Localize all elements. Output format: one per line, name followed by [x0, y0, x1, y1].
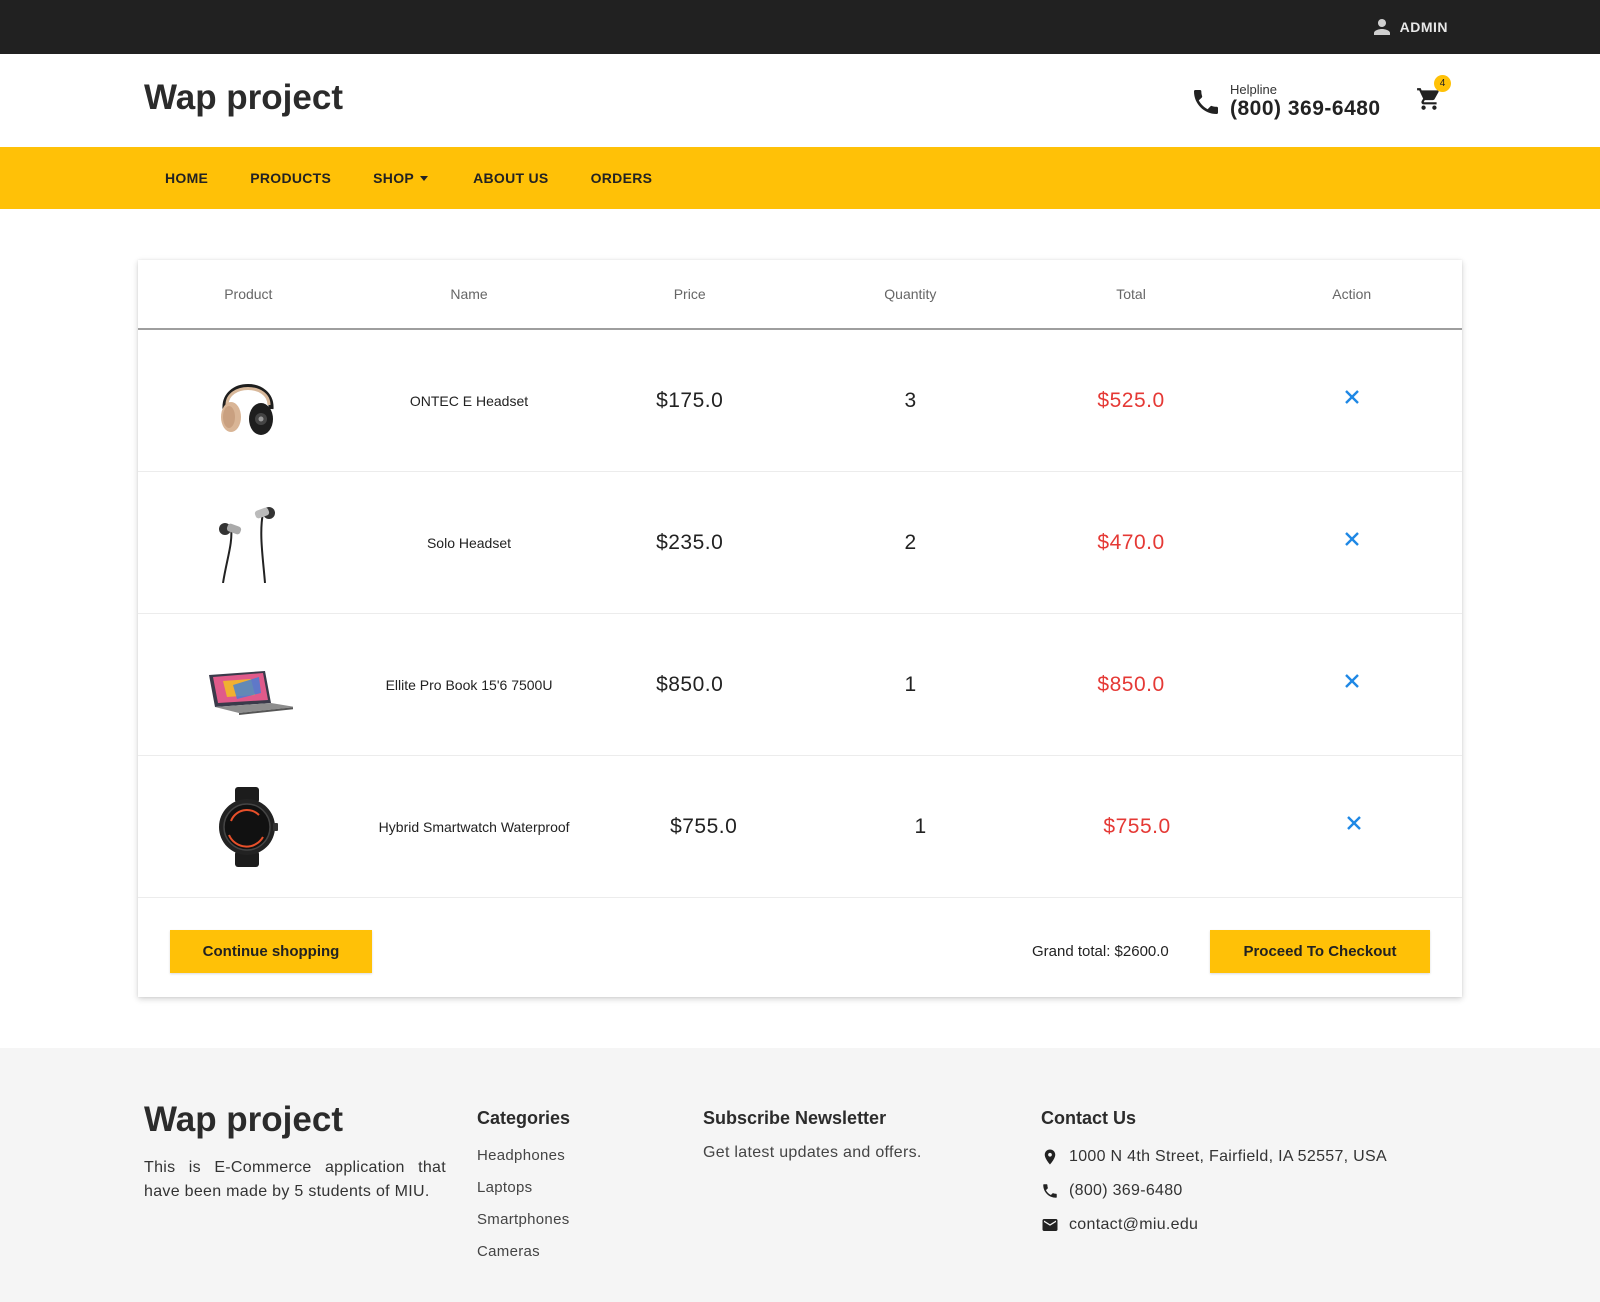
cart-count-badge: 4 — [1434, 75, 1451, 92]
cart-table-card: Product Name Price Quantity Total Action… — [138, 260, 1462, 997]
footer-phone-text: (800) 369-6480 — [1069, 1182, 1183, 1199]
laptop-image[interactable] — [203, 645, 294, 725]
product-quantity: 1 — [904, 672, 917, 696]
close-icon — [1344, 673, 1359, 688]
footer-description: This is E-Commerce application that have… — [144, 1159, 446, 1200]
location-pin-icon — [1044, 1149, 1056, 1165]
nav-products-label: PRODUCTS — [250, 170, 332, 186]
footer-category-link[interactable]: Laptops — [477, 1172, 570, 1204]
column-header-quantity: Quantity — [884, 286, 937, 302]
action-cell — [1245, 756, 1462, 897]
footer-category-link[interactable]: Smartphones — [477, 1204, 570, 1236]
nav-orders-label: ORDERS — [590, 170, 653, 186]
footer-newsletter-text: Get latest updates and offers. — [703, 1144, 922, 1161]
smartwatch-image[interactable] — [201, 786, 291, 867]
remove-item-button[interactable] — [1342, 387, 1362, 407]
table-row: Hybrid Smartwatch Waterproof $755.0 1 $7… — [138, 756, 1462, 898]
action-cell — [1241, 330, 1462, 471]
nav-shop-label: SHOP — [373, 170, 415, 186]
footer-contact-list: 1000 N 4th Street, Fairfield, IA 52557, … — [1041, 1140, 1387, 1242]
remove-item-button[interactable] — [1342, 529, 1362, 549]
footer-email[interactable]: contact@miu.edu — [1041, 1208, 1387, 1242]
product-quantity: 2 — [904, 530, 917, 554]
proceed-to-checkout-button[interactable]: Proceed To Checkout — [1210, 930, 1430, 973]
product-price: $850.0 — [656, 672, 724, 696]
product-image-cell — [138, 756, 355, 897]
helpline: Helpline (800) 369-6480 — [1190, 82, 1381, 121]
footer-category-link[interactable]: Cameras — [477, 1236, 570, 1268]
footer-brand: Wap project — [144, 1100, 343, 1139]
close-icon — [1344, 389, 1359, 404]
earphones-image[interactable] — [203, 503, 293, 583]
grand-total: Grand total: $2600.0 — [1032, 943, 1169, 960]
close-icon — [1346, 815, 1361, 830]
table-row: Solo Headset $235.0 2 $470.0 — [138, 472, 1462, 614]
product-image-cell — [138, 330, 359, 471]
column-header-product: Product — [224, 286, 273, 302]
nav-about-us[interactable]: ABOUT US — [452, 147, 570, 209]
admin-account-link[interactable]: ADMIN — [1372, 0, 1448, 54]
phone-icon — [1194, 89, 1218, 114]
remove-item-button[interactable] — [1344, 813, 1364, 833]
column-header-name: Name — [450, 286, 488, 302]
product-image-cell — [138, 614, 359, 755]
footer-address-text: 1000 N 4th Street, Fairfield, IA 52557, … — [1069, 1148, 1387, 1165]
action-cell — [1241, 614, 1462, 755]
nav-orders[interactable]: ORDERS — [570, 147, 674, 209]
footer-contact-title: Contact Us — [1041, 1108, 1137, 1128]
footer-categories-list: Headphones Laptops Smartphones Cameras — [477, 1140, 570, 1268]
top-bar: ADMIN — [0, 0, 1600, 54]
column-header-total: Total — [1116, 286, 1146, 302]
cart-button[interactable]: 4 — [1416, 75, 1451, 114]
site-header: Wap project Helpline (800) 369-6480 4 — [0, 54, 1600, 147]
nav-home[interactable]: HOME — [144, 147, 229, 209]
headphones-image[interactable] — [203, 361, 293, 441]
product-price: $755.0 — [670, 814, 738, 838]
row-total: $755.0 — [1103, 814, 1171, 838]
continue-shopping-button[interactable]: Continue shopping — [170, 930, 372, 973]
row-total: $525.0 — [1097, 388, 1165, 412]
cart-actions: Continue shopping Grand total: $2600.0 P… — [138, 898, 1462, 1004]
action-cell — [1241, 472, 1462, 613]
product-image-cell — [138, 472, 359, 613]
site-footer: Wap project This is E-Commerce applicati… — [0, 1048, 1600, 1302]
nav-products[interactable]: PRODUCTS — [229, 147, 352, 209]
admin-label: ADMIN — [1399, 19, 1448, 35]
helpline-phone[interactable]: (800) 369-6480 — [1230, 97, 1381, 121]
product-quantity: 1 — [914, 814, 927, 838]
product-name[interactable]: Ellite Pro Book 15'6 7500U — [359, 614, 580, 755]
caret-down-icon — [420, 175, 429, 181]
helpline-label: Helpline — [1230, 82, 1277, 97]
email-icon — [1042, 1219, 1058, 1231]
remove-item-button[interactable] — [1342, 671, 1362, 691]
column-header-action: Action — [1332, 286, 1372, 302]
footer-address: 1000 N 4th Street, Fairfield, IA 52557, … — [1041, 1140, 1387, 1174]
nav-about-label: ABOUT US — [473, 170, 549, 186]
footer-category-link[interactable]: Headphones — [477, 1140, 570, 1172]
person-icon — [1373, 19, 1390, 35]
cart-table-header: Product Name Price Quantity Total Action — [138, 260, 1462, 330]
product-price: $235.0 — [656, 530, 724, 554]
footer-email-text: contact@miu.edu — [1069, 1216, 1199, 1233]
row-total: $850.0 — [1097, 672, 1165, 696]
column-header-price: Price — [673, 286, 706, 302]
product-name[interactable]: ONTEC E Headset — [359, 330, 580, 471]
footer-phone[interactable]: (800) 369-6480 — [1041, 1174, 1387, 1208]
close-icon — [1344, 531, 1359, 546]
table-row: ONTEC E Headset $175.0 3 $525.0 — [138, 330, 1462, 472]
product-name[interactable]: Hybrid Smartwatch Waterproof — [355, 756, 596, 897]
footer-categories-title: Categories — [477, 1108, 571, 1128]
main-nav: HOME PRODUCTS SHOP ABOUT US ORDERS — [0, 147, 1600, 209]
table-row: Ellite Pro Book 15'6 7500U $850.0 1 $850… — [138, 614, 1462, 756]
product-quantity: 3 — [904, 388, 917, 412]
nav-shop-dropdown[interactable]: SHOP — [352, 147, 452, 209]
phone-icon — [1043, 1184, 1057, 1198]
product-price: $175.0 — [656, 388, 724, 412]
brand-logo[interactable]: Wap project — [144, 78, 343, 118]
row-total: $470.0 — [1097, 530, 1165, 554]
nav-home-label: HOME — [165, 170, 209, 186]
product-name[interactable]: Solo Headset — [359, 472, 580, 613]
footer-newsletter-title: Subscribe Newsletter — [703, 1108, 887, 1128]
